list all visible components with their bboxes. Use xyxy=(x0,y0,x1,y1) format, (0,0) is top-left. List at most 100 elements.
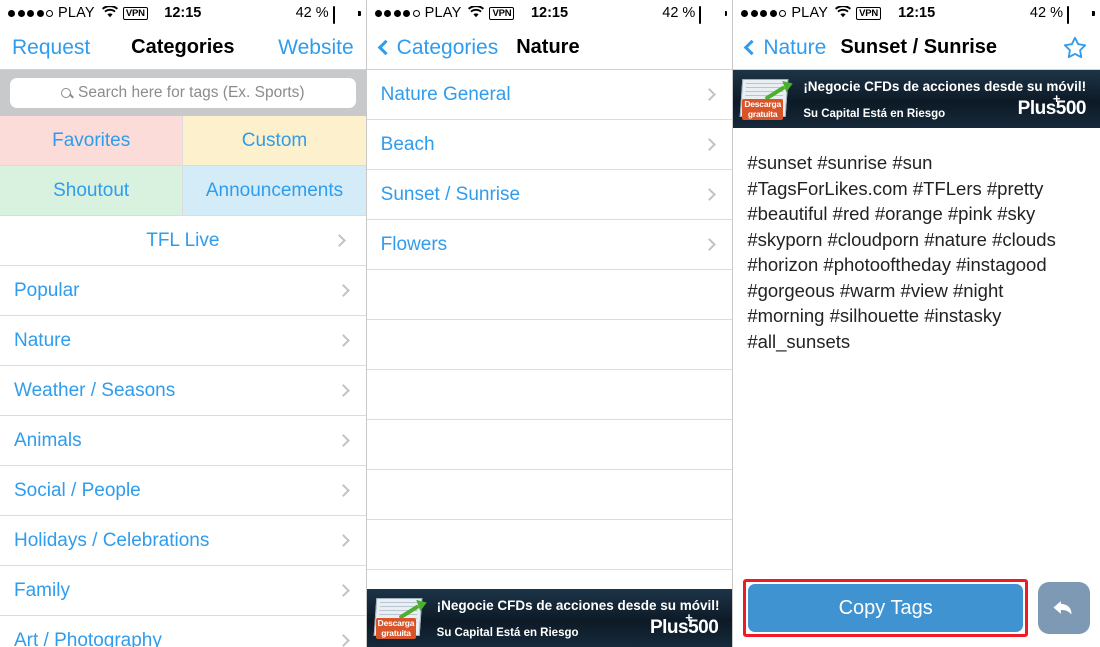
search-icon xyxy=(61,88,72,98)
status-bar-left: PLAY VPN xyxy=(8,5,148,21)
panel-nature: PLAY VPN 12:15 42 % Categories Nature Na… xyxy=(366,0,734,647)
tile-custom[interactable]: Custom xyxy=(182,116,366,166)
ad-download-icon: Descarga gratuita xyxy=(373,596,429,640)
ad-headline: ¡Negocie CFDs de acciones desde su móvil… xyxy=(436,597,720,613)
list-item-label: Sunset / Sunrise xyxy=(380,183,521,205)
carrier-label: PLAY xyxy=(791,5,829,21)
back-button-nature[interactable]: Nature xyxy=(744,36,826,60)
chevron-left-icon xyxy=(377,39,393,56)
ad-badge: Descarga gratuita xyxy=(375,618,417,639)
list-item-label: Beach xyxy=(380,133,435,155)
carrier-label: PLAY xyxy=(58,5,95,21)
tag-line: #TagsForLikes.com #TFLers #pretty xyxy=(747,177,1044,199)
advertisement-banner[interactable]: Descarga gratuita ¡Negocie CFDs de accio… xyxy=(733,70,1100,128)
tag-line: #skyporn #cloudporn #nature #clouds xyxy=(747,228,1056,250)
chevron-right-icon xyxy=(703,88,717,101)
list-item-animals[interactable]: Animals xyxy=(0,416,366,466)
ad-badge: Descarga gratuita xyxy=(742,99,783,120)
status-bar-left: PLAY VPN xyxy=(374,5,515,21)
chevron-right-icon xyxy=(703,238,717,251)
status-bar: PLAY VPN 12:15 42 % xyxy=(366,0,733,26)
website-button[interactable]: Website xyxy=(278,36,353,60)
list-item-holidays-celebrations[interactable]: Holidays / Celebrations xyxy=(0,516,366,566)
chevron-right-icon xyxy=(336,534,350,547)
list-item-label: Nature General xyxy=(380,83,511,105)
empty-list-row xyxy=(366,420,733,470)
back-button-categories[interactable]: Categories xyxy=(377,35,499,60)
panel-sunset-sunrise-tags: PLAY VPN 12:15 42 % Nature Sunset / Sunr xyxy=(733,0,1100,647)
three-panel-screenshot: PLAY VPN 12:15 42 % Request Categories W… xyxy=(0,0,1100,647)
empty-list-row xyxy=(366,320,733,370)
quick-tiles-row-1: Favorites Custom xyxy=(0,116,366,166)
page-title-categories: Categories xyxy=(131,36,235,58)
empty-list-row xyxy=(366,470,733,520)
favorite-star-icon[interactable] xyxy=(1062,35,1088,61)
battery-percent-label: 42 % xyxy=(295,5,329,21)
quick-tiles-row-2: Shoutout Announcements xyxy=(0,166,366,216)
vpn-badge: VPN xyxy=(122,6,148,20)
page-title-nature: Nature xyxy=(516,36,580,58)
tag-line: #morning #silhouette #instasky xyxy=(747,305,1002,326)
signal-strength-icon xyxy=(374,9,420,17)
panel-categories: PLAY VPN 12:15 42 % Request Categories W… xyxy=(0,0,367,647)
undo-arrow-icon xyxy=(1053,601,1072,615)
search-input[interactable]: Search here for tags (Ex. Sports) xyxy=(10,78,356,108)
list-item-tfl-live[interactable]: TFL Live xyxy=(0,216,366,266)
chevron-left-icon xyxy=(744,39,760,56)
list-item-sunset-sunrise[interactable]: Sunset / Sunrise xyxy=(366,170,733,220)
list-item-label: Flowers xyxy=(380,233,448,255)
list-item-flowers[interactable]: Flowers xyxy=(366,220,733,270)
tags-text-block[interactable]: #sunset #sunrise #sun #TagsForLikes.com … xyxy=(733,128,1100,354)
list-item-weather-seasons[interactable]: Weather / Seasons xyxy=(0,366,366,416)
list-item-popular[interactable]: Popular xyxy=(0,266,366,316)
empty-list-row xyxy=(366,520,733,570)
chevron-right-icon xyxy=(336,434,350,447)
list-item-label: Animals xyxy=(14,429,82,451)
list-item-beach[interactable]: Beach xyxy=(366,120,733,170)
list-item-label: Holidays / Celebrations xyxy=(14,529,210,551)
chevron-right-icon xyxy=(336,284,350,297)
chevron-right-icon xyxy=(336,634,350,647)
request-button[interactable]: Request xyxy=(12,36,90,60)
list-item-label: Art / Photography xyxy=(14,629,162,647)
advertisement-banner[interactable]: Descarga gratuita ¡Negocie CFDs de accio… xyxy=(366,589,733,647)
page-title-sunset-sunrise: Sunset / Sunrise xyxy=(840,36,998,58)
list-item-art-photography[interactable]: Art / Photography xyxy=(0,616,366,647)
battery-percent-label: 42 % xyxy=(662,5,696,21)
search-placeholder: Search here for tags (Ex. Sports) xyxy=(78,84,305,101)
list-item-nature-general[interactable]: Nature General xyxy=(366,70,733,120)
chevron-right-icon xyxy=(336,484,350,497)
list-item-label: Nature xyxy=(14,329,72,351)
copy-tags-button[interactable]: Copy Tags xyxy=(748,584,1023,632)
list-item-social-people[interactable]: Social / People xyxy=(0,466,366,516)
tile-shoutout[interactable]: Shoutout xyxy=(0,166,183,216)
chevron-right-icon xyxy=(336,584,350,597)
wifi-icon xyxy=(101,5,118,21)
list-item-nature[interactable]: Nature xyxy=(0,316,366,366)
tile-favorites[interactable]: Favorites xyxy=(0,116,183,166)
tile-announcements[interactable]: Announcements xyxy=(182,166,366,216)
tag-line: #horizon #photooftheday #instagood xyxy=(747,254,1047,275)
back-button-label: Categories xyxy=(396,35,499,59)
wifi-icon xyxy=(468,5,485,21)
tag-line: #beautiful #red #orange #pink #sky xyxy=(747,203,1036,224)
chevron-right-icon xyxy=(336,334,350,347)
ad-text-block: ¡Negocie CFDs de acciones desde su móvil… xyxy=(803,79,1088,120)
list-item-label: Popular xyxy=(14,279,80,301)
ad-subline: Su Capital Está en Riesgo xyxy=(803,107,946,120)
battery-icon xyxy=(332,6,361,24)
status-bar-left: PLAY VPN xyxy=(741,5,882,21)
ad-download-icon: Descarga gratuita xyxy=(739,77,796,121)
status-bar: PLAY VPN 12:15 42 % xyxy=(733,0,1100,26)
chevron-right-icon xyxy=(336,384,350,397)
status-bar-right: 42 % xyxy=(295,5,361,24)
list-item-family[interactable]: Family xyxy=(0,566,366,616)
ad-text-block: ¡Negocie CFDs de acciones desde su móvil… xyxy=(437,598,721,639)
battery-icon xyxy=(699,6,728,24)
tag-line: #sunset #sunrise #sun xyxy=(747,152,933,173)
chevron-right-icon xyxy=(703,188,717,201)
tag-line: #gorgeous #warm #view #night xyxy=(747,279,1004,301)
wifi-icon xyxy=(835,5,852,21)
navigation-bar-tags: Nature Sunset / Sunrise xyxy=(733,26,1100,70)
undo-button[interactable] xyxy=(1037,582,1090,634)
